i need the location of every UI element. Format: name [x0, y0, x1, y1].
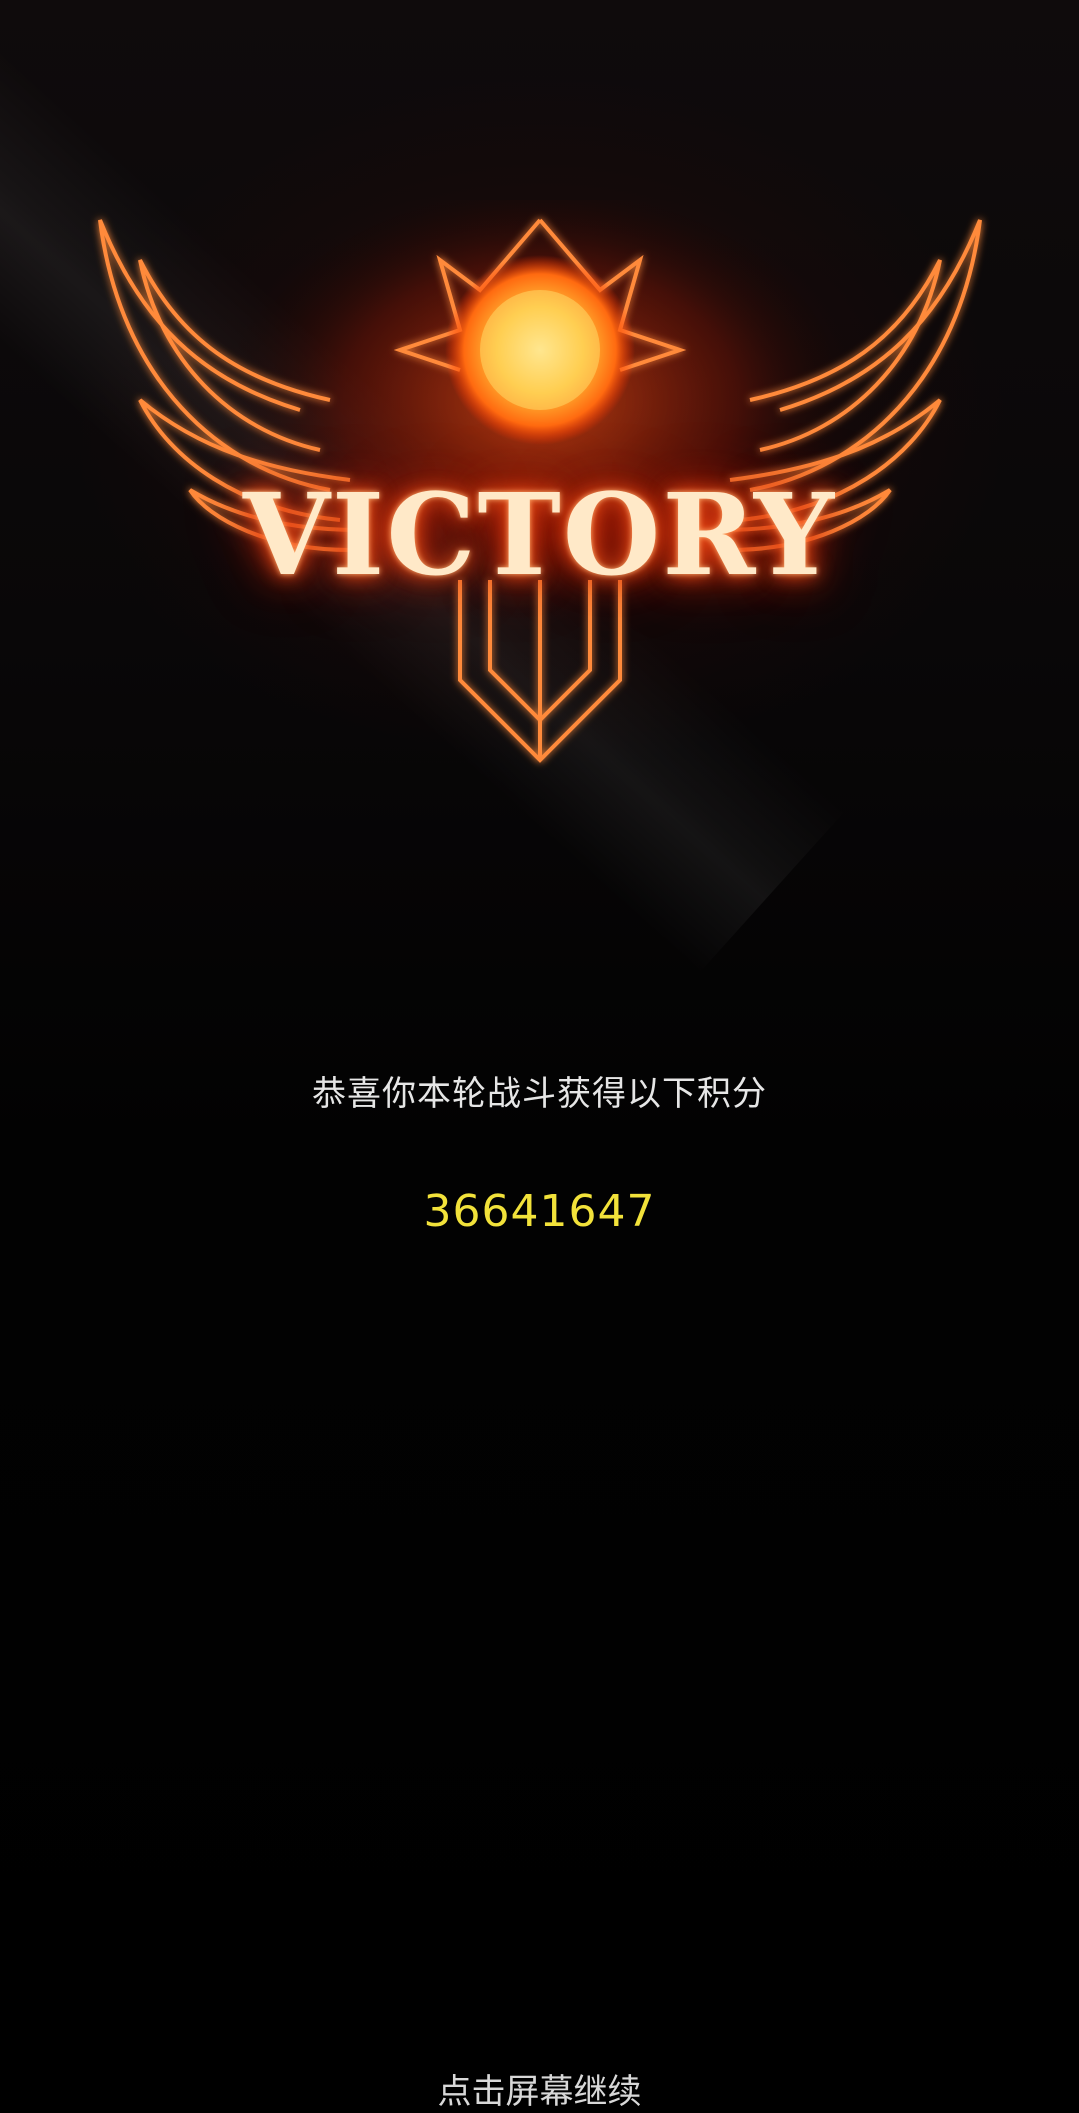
victory-screen: VICTORY 恭喜你本轮战斗获得以下积分 36641647 点击屏幕继续 — [0, 0, 1079, 2113]
tap-to-continue-area[interactable] — [0, 0, 1079, 2113]
continue-hint[interactable]: 点击屏幕继续 — [0, 2064, 1079, 2113]
